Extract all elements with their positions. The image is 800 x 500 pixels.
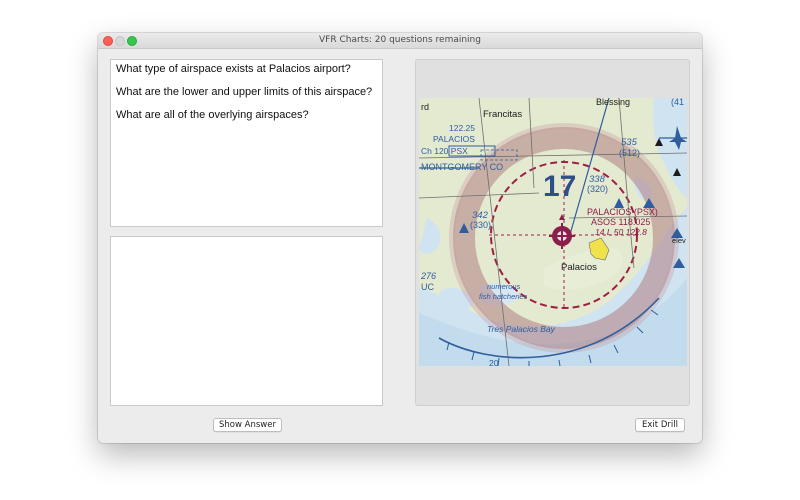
label-uc: UC bbox=[421, 282, 434, 292]
show-answer-button[interactable]: Show Answer bbox=[213, 418, 282, 432]
label-palacios-vor: PALACIOS bbox=[433, 134, 475, 144]
question-line-2: What are the lower and upper limits of t… bbox=[116, 86, 373, 98]
label-bay: Tres Palacios Bay bbox=[487, 324, 556, 334]
label-elev: elev bbox=[672, 236, 686, 245]
label-alt-320: (320) bbox=[587, 184, 608, 194]
question-line-3: What are all of the overlying airspaces? bbox=[116, 109, 309, 121]
answer-panel bbox=[110, 236, 383, 406]
label-asos: ASOS 118.025 bbox=[591, 217, 650, 227]
label-blessing: Blessing bbox=[596, 98, 630, 107]
label-alt-512: (512) bbox=[619, 148, 640, 158]
label-20: 20 bbox=[489, 358, 499, 366]
label-fish: fish hatcheries bbox=[479, 292, 528, 301]
question-line-1: What type of airspace exists at Palacios… bbox=[116, 63, 351, 75]
label-montgomery: MONTGOMERY CO bbox=[421, 162, 503, 172]
app-window: VFR Charts: 20 questions remaining What … bbox=[98, 33, 702, 443]
label-numerous: numerous bbox=[487, 282, 521, 291]
label-francitas: Francitas bbox=[483, 109, 522, 120]
window-title: VFR Charts: 20 questions remaining bbox=[319, 35, 481, 45]
question-panel: What type of airspace exists at Palacios… bbox=[110, 59, 383, 227]
label-freq-12225: 122.25 bbox=[449, 123, 475, 133]
title-bar: VFR Charts: 20 questions remaining bbox=[98, 33, 702, 49]
label-rd: rd bbox=[421, 102, 429, 112]
label-alt-535: 535 bbox=[621, 137, 638, 148]
label-town: Palacios bbox=[561, 262, 597, 273]
label-channel: Ch 120 PSX bbox=[421, 146, 468, 156]
chart-panel: rd Blessing (41 Francitas 122.25 PALACIO… bbox=[415, 59, 690, 406]
label-mef: 17 bbox=[543, 170, 576, 203]
exit-drill-button[interactable]: Exit Drill bbox=[635, 418, 685, 432]
label-airport-info: 14 L 50 122.8 bbox=[595, 227, 647, 237]
label-alt-276: 276 bbox=[420, 271, 436, 281]
label-41: (41 bbox=[671, 98, 684, 107]
label-alt-330: (330) bbox=[470, 220, 491, 230]
sectional-chart-image: rd Blessing (41 Francitas 122.25 PALACIO… bbox=[419, 98, 687, 366]
label-airport-name: PALACIOS (PSX) bbox=[587, 207, 658, 217]
